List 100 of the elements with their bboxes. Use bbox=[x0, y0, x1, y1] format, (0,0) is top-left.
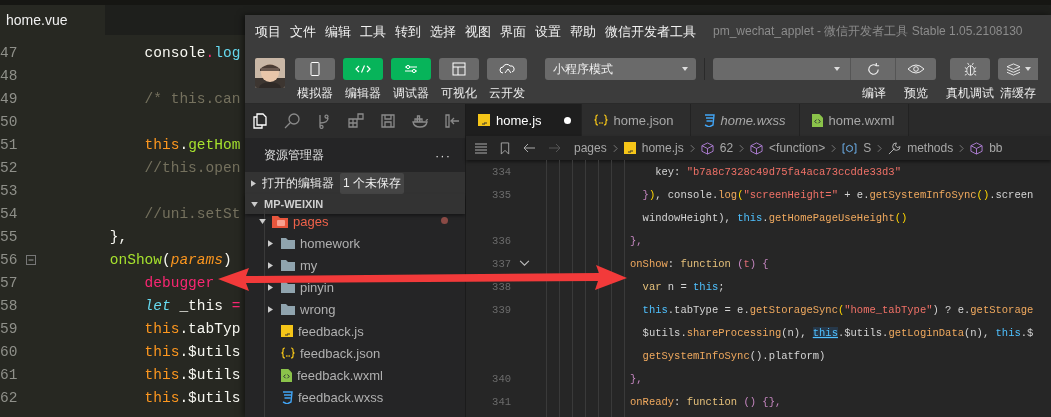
menu-item[interactable]: 设置 bbox=[535, 22, 561, 41]
code-line: this.tabType = e.getStorageSync("home_tabType") ? e.getStorage bbox=[641, 303, 1034, 316]
line-number: 58 bbox=[0, 297, 19, 314]
mode-button[interactable] bbox=[487, 58, 527, 80]
whale-icon[interactable] bbox=[412, 113, 428, 129]
code-line: this.$utils bbox=[143, 343, 241, 360]
forward-arrow-icon[interactable] bbox=[548, 142, 562, 154]
toolbar-button[interactable] bbox=[896, 58, 936, 80]
blocks-icon[interactable] bbox=[348, 113, 364, 129]
line-number: 52 bbox=[0, 159, 19, 176]
menu-item[interactable]: 文件 bbox=[290, 22, 316, 41]
menu-item[interactable]: 帮助 bbox=[570, 22, 596, 41]
tree-item[interactable]: homework bbox=[300, 235, 360, 251]
section-header[interactable]: MP-WEIXIN bbox=[264, 198, 324, 210]
tree-item[interactable]: pages bbox=[293, 213, 329, 229]
back-arrow-icon[interactable] bbox=[522, 142, 536, 154]
tree-item[interactable]: feedback.wxml bbox=[297, 367, 383, 383]
code-line: debugger bbox=[143, 274, 215, 291]
code-line: //this.open bbox=[143, 159, 241, 176]
line-number: 50 bbox=[0, 113, 19, 130]
braces-icon bbox=[593, 114, 608, 126]
collapse-arrow-icon[interactable] bbox=[251, 201, 258, 207]
collapse-icon[interactable] bbox=[444, 113, 460, 129]
breadcrumb-item[interactable]: methods bbox=[907, 141, 954, 155]
branch-icon[interactable] bbox=[316, 113, 332, 129]
line-number: 56 bbox=[0, 251, 19, 268]
toolbar-button[interactable] bbox=[950, 58, 990, 80]
code-line: /* this.can bbox=[143, 90, 241, 107]
chevron-icon bbox=[959, 143, 965, 153]
toolbar-label: 编辑器 bbox=[345, 85, 381, 102]
code-line: }), console.log("screenHeight=" + e.getSystemInfoSync().screen bbox=[641, 188, 1034, 201]
expand-arrow-icon[interactable] bbox=[268, 283, 273, 291]
line-number: 335 bbox=[491, 188, 512, 201]
breadcrumb-item[interactable]: S bbox=[863, 141, 872, 155]
line-number: 60 bbox=[0, 343, 19, 360]
tree-item[interactable]: feedback.js bbox=[298, 323, 364, 339]
mode-button[interactable] bbox=[439, 58, 479, 80]
menu-item[interactable]: 转到 bbox=[395, 22, 421, 41]
code-line: this.getHom bbox=[143, 136, 241, 153]
fold-icon[interactable] bbox=[26, 254, 36, 265]
line-number: 51 bbox=[0, 136, 19, 153]
breadcrumb-item[interactable]: bb bbox=[989, 141, 1003, 155]
menu-item[interactable]: 选择 bbox=[430, 22, 456, 41]
menu-item[interactable]: 编辑 bbox=[325, 22, 351, 41]
tree-item[interactable]: wrong bbox=[300, 301, 336, 317]
editor-tab[interactable]: home.js bbox=[466, 104, 582, 136]
tree-item[interactable]: feedback.wxss bbox=[298, 389, 384, 405]
code-line: key: "b7a8c7328c49d75fa4aca73ccdde33d3" bbox=[654, 165, 901, 178]
line-number: 57 bbox=[0, 274, 19, 291]
js-file-icon bbox=[478, 114, 490, 126]
code-line: var n = this; bbox=[641, 280, 725, 293]
bug-icon bbox=[962, 61, 978, 77]
chevron-icon bbox=[739, 143, 745, 153]
expand-arrow-icon[interactable] bbox=[268, 239, 273, 247]
mode-dropdown[interactable]: 小程序模式 bbox=[545, 58, 696, 80]
breadcrumb-item[interactable]: <function> bbox=[769, 141, 826, 155]
code-line: onShow: function (t) { bbox=[630, 257, 769, 270]
line-number: 338 bbox=[491, 280, 512, 293]
tree-item[interactable]: my bbox=[300, 257, 318, 273]
search-icon[interactable] bbox=[284, 113, 300, 129]
fold-chevron-icon[interactable] bbox=[518, 260, 530, 267]
toolbar-label: 清缓存 bbox=[1000, 85, 1036, 102]
layout-icon bbox=[452, 62, 466, 76]
toolbar-button[interactable] bbox=[998, 58, 1038, 80]
code-line: }, bbox=[108, 228, 128, 245]
tree-item[interactable]: pinyin bbox=[300, 279, 334, 295]
variable-icon bbox=[842, 142, 858, 154]
breadcrumb-item[interactable]: pages bbox=[574, 141, 607, 155]
menu-item[interactable]: 视图 bbox=[465, 22, 491, 41]
toolbar-button[interactable] bbox=[851, 58, 896, 80]
bookmark-icon[interactable] bbox=[500, 141, 510, 155]
code-line: this.tabTyp bbox=[143, 320, 241, 337]
line-number: 55 bbox=[0, 228, 19, 245]
toolbar-label: 编译 bbox=[861, 85, 886, 102]
window-title: pm_wechat_applet - 微信开发者工具 Stable 1.05.2108130 bbox=[713, 23, 1023, 40]
expand-arrow-icon[interactable] bbox=[251, 179, 256, 187]
code-line: console.log bbox=[143, 44, 241, 61]
expand-arrow-icon[interactable] bbox=[268, 305, 273, 313]
menu-item[interactable]: 界面 bbox=[500, 22, 526, 41]
menu-item[interactable]: 微信开发者工具 bbox=[605, 22, 696, 41]
menu-item[interactable]: 项目 bbox=[255, 22, 281, 41]
collapse-arrow-icon[interactable] bbox=[259, 218, 266, 224]
floppy-icon[interactable] bbox=[380, 113, 396, 129]
cloud-icon bbox=[499, 63, 515, 75]
files-icon[interactable] bbox=[252, 113, 268, 129]
editor-tab[interactable]: home.vue bbox=[0, 5, 106, 35]
braces-icon bbox=[281, 347, 295, 359]
menu-item[interactable]: 工具 bbox=[360, 22, 386, 41]
more-button[interactable]: ··· bbox=[435, 147, 451, 163]
line-number: 53 bbox=[0, 182, 19, 199]
breadcrumb-item[interactable]: home.js bbox=[641, 141, 684, 155]
cube-icon bbox=[700, 141, 714, 155]
chevron-icon bbox=[831, 143, 837, 153]
chevron-icon bbox=[612, 143, 618, 153]
tree-item[interactable]: feedback.json bbox=[300, 345, 381, 361]
breadcrumb-item[interactable]: 62 bbox=[719, 141, 734, 155]
mode-button[interactable] bbox=[295, 58, 335, 80]
section-header[interactable]: 打开的编辑器 bbox=[262, 174, 334, 192]
list-icon[interactable] bbox=[474, 142, 488, 154]
expand-arrow-icon[interactable] bbox=[268, 261, 273, 269]
